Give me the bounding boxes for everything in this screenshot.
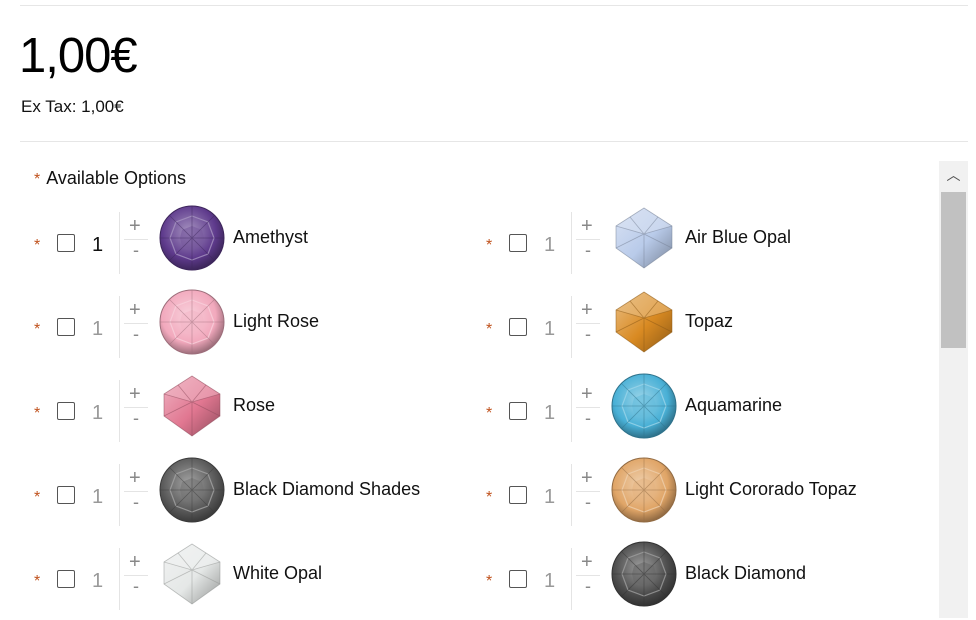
options-scrollbar[interactable]: ︿ bbox=[939, 161, 968, 618]
option-checkbox[interactable] bbox=[509, 486, 527, 504]
increment-button[interactable]: + bbox=[581, 216, 593, 236]
gem-image bbox=[158, 540, 226, 608]
gem-image bbox=[158, 456, 226, 524]
stepper-divider bbox=[119, 212, 120, 274]
required-marker: * bbox=[486, 405, 493, 422]
stepper-divider bbox=[119, 296, 120, 358]
increment-button[interactable]: + bbox=[129, 216, 141, 236]
option-checkbox[interactable] bbox=[509, 234, 527, 252]
option-name: Amethyst bbox=[233, 227, 309, 247]
option-name: Black Diamond Shades bbox=[233, 479, 421, 499]
chevron-up-icon: ︿ bbox=[946, 167, 961, 183]
option-air-blue-opal: * 1 + - Air Blue Opal bbox=[486, 207, 926, 284]
gem-image bbox=[610, 456, 678, 524]
option-name: Air Blue Opal bbox=[685, 227, 792, 247]
option-checkbox[interactable] bbox=[509, 318, 527, 336]
option-quantity[interactable]: 1 bbox=[544, 318, 555, 341]
required-marker: * bbox=[34, 237, 41, 254]
option-checkbox[interactable] bbox=[57, 486, 75, 504]
increment-button[interactable]: + bbox=[129, 300, 141, 320]
stepper-divider bbox=[571, 464, 572, 526]
gem-image bbox=[610, 372, 678, 440]
option-name: Light Rose bbox=[233, 311, 320, 331]
increment-button[interactable]: + bbox=[581, 384, 593, 404]
option-name: Topaz bbox=[685, 311, 734, 331]
required-marker: * bbox=[486, 489, 493, 506]
stepper-divider bbox=[119, 548, 120, 610]
decrement-button[interactable]: - bbox=[585, 492, 591, 512]
option-checkbox[interactable] bbox=[57, 402, 75, 420]
decrement-button[interactable]: - bbox=[133, 324, 139, 344]
option-name: Black Diamond bbox=[685, 563, 807, 583]
option-checkbox[interactable] bbox=[57, 318, 75, 336]
increment-button[interactable]: + bbox=[129, 468, 141, 488]
option-quantity[interactable]: 1 bbox=[544, 402, 555, 425]
required-marker: * bbox=[486, 573, 493, 590]
increment-button[interactable]: + bbox=[129, 552, 141, 572]
gem-image bbox=[158, 204, 226, 272]
option-quantity[interactable]: 1 bbox=[92, 234, 103, 257]
required-marker: * bbox=[34, 573, 41, 590]
increment-button[interactable]: + bbox=[581, 300, 593, 320]
required-marker: * bbox=[34, 405, 41, 422]
option-quantity[interactable]: 1 bbox=[92, 402, 103, 425]
option-quantity[interactable]: 1 bbox=[92, 318, 103, 341]
gem-image bbox=[158, 288, 226, 356]
required-marker: * bbox=[486, 321, 493, 338]
option-white-opal: * 1 + - White Opal bbox=[34, 543, 474, 620]
option-black-diamond-shades: * 1 + - Black Diamond Shades bbox=[34, 457, 474, 536]
scroll-up-button[interactable]: ︿ bbox=[939, 161, 968, 189]
option-checkbox[interactable] bbox=[57, 234, 75, 252]
option-light-rose: * 1 + - Light Rose bbox=[34, 289, 474, 368]
option-name: White Opal bbox=[233, 563, 323, 583]
required-marker: * bbox=[486, 237, 493, 254]
gem-image bbox=[610, 540, 678, 608]
option-quantity[interactable]: 1 bbox=[92, 570, 103, 593]
gem-image bbox=[158, 372, 226, 440]
scroll-thumb[interactable] bbox=[941, 192, 966, 348]
decrement-button[interactable]: - bbox=[585, 576, 591, 596]
decrement-button[interactable]: - bbox=[585, 408, 591, 428]
required-marker: * bbox=[34, 489, 41, 506]
option-rose: * 1 + - Rose bbox=[34, 375, 474, 452]
option-light-cororado-topaz: * 1 + - Light Cororado Topaz bbox=[486, 457, 926, 536]
option-black-diamond: * 1 + - Black Diamond bbox=[486, 541, 926, 620]
option-quantity[interactable]: 1 bbox=[544, 486, 555, 509]
decrement-button[interactable]: - bbox=[133, 492, 139, 512]
option-checkbox[interactable] bbox=[509, 402, 527, 420]
option-checkbox[interactable] bbox=[509, 570, 527, 588]
required-marker: * bbox=[34, 321, 41, 338]
option-quantity[interactable]: 1 bbox=[92, 486, 103, 509]
decrement-button[interactable]: - bbox=[133, 576, 139, 596]
option-quantity[interactable]: 1 bbox=[544, 570, 555, 593]
options-list: * 1 + - Amethyst * 1 + - Air Blue Opal *… bbox=[0, 0, 935, 618]
increment-button[interactable]: + bbox=[581, 552, 593, 572]
decrement-button[interactable]: - bbox=[133, 408, 139, 428]
option-aquamarine: * 1 + - Aquamarine bbox=[486, 373, 926, 452]
increment-button[interactable]: + bbox=[129, 384, 141, 404]
option-name: Light Cororado Topaz bbox=[685, 479, 857, 499]
decrement-button[interactable]: - bbox=[585, 240, 591, 260]
stepper-divider bbox=[571, 212, 572, 274]
option-topaz: * 1 + - Topaz bbox=[486, 291, 926, 368]
gem-image bbox=[610, 288, 678, 356]
stepper-divider bbox=[571, 380, 572, 442]
option-amethyst: * 1 + - Amethyst bbox=[34, 205, 474, 284]
gem-image bbox=[610, 204, 678, 272]
stepper-divider bbox=[571, 548, 572, 610]
option-name: Aquamarine bbox=[685, 395, 783, 415]
option-name: Rose bbox=[233, 395, 276, 415]
option-checkbox[interactable] bbox=[57, 570, 75, 588]
stepper-divider bbox=[571, 296, 572, 358]
decrement-button[interactable]: - bbox=[133, 240, 139, 260]
decrement-button[interactable]: - bbox=[585, 324, 591, 344]
increment-button[interactable]: + bbox=[581, 468, 593, 488]
stepper-divider bbox=[119, 464, 120, 526]
option-quantity[interactable]: 1 bbox=[544, 234, 555, 257]
stepper-divider bbox=[119, 380, 120, 442]
